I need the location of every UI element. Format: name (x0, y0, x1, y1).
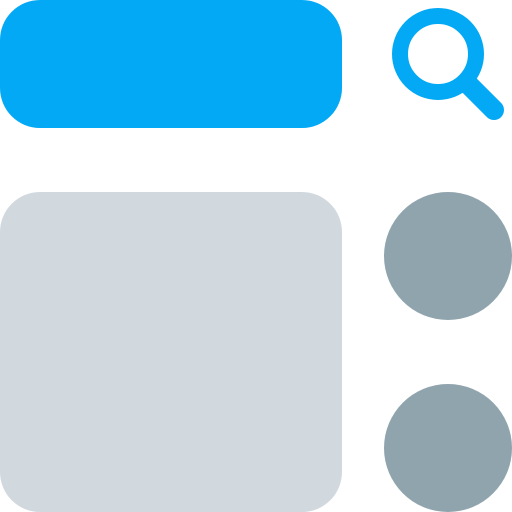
search-bar[interactable] (0, 0, 342, 128)
search-button[interactable] (384, 0, 512, 128)
list-item-dot[interactable] (384, 384, 512, 512)
search-icon-handle (457, 73, 504, 120)
search-icon (392, 8, 504, 120)
search-layout-illustration (0, 0, 512, 512)
list-item-dot[interactable] (384, 192, 512, 320)
content-panel (0, 192, 342, 512)
